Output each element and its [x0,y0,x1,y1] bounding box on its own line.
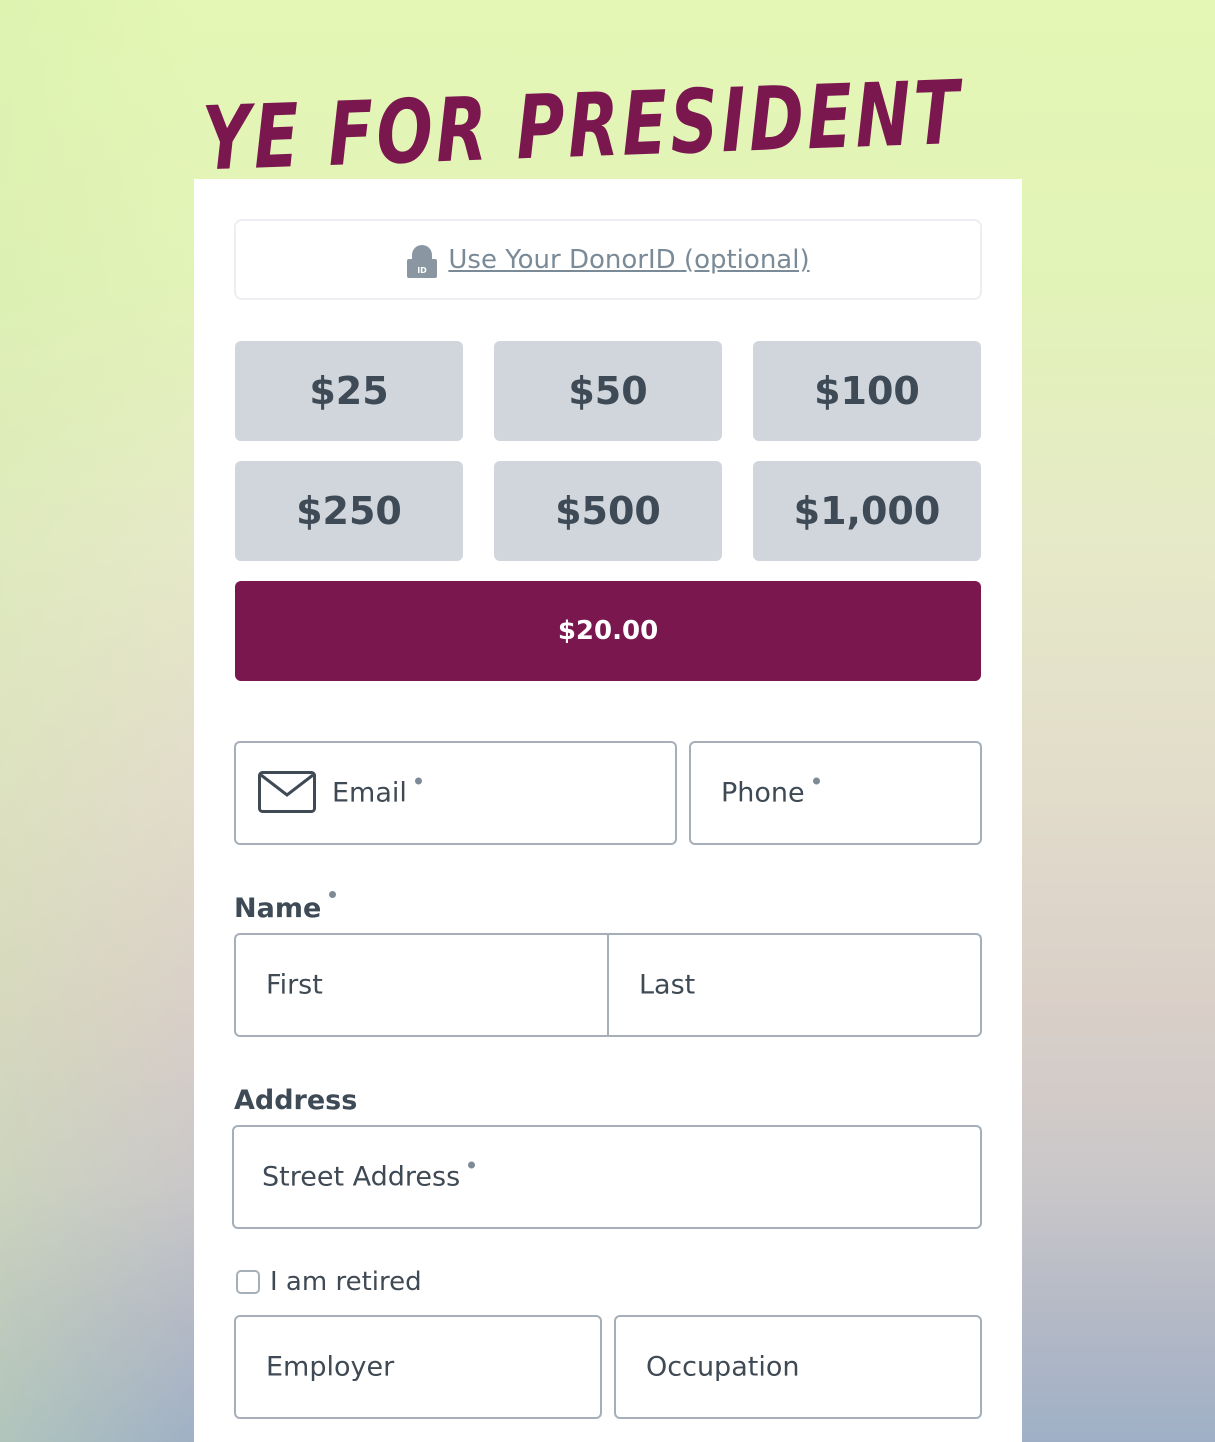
donorid-link[interactable]: Use Your DonorID (optional) [448,245,809,275]
street-address-field[interactable]: Street Address [232,1125,982,1229]
envelope-icon [258,771,316,813]
amount-button-25[interactable]: $25 [235,341,463,441]
name-label: Name [234,891,337,924]
amount-button-250[interactable]: $250 [235,461,463,561]
last-name-placeholder: Last [639,969,696,1001]
employer-placeholder: Employer [266,1351,395,1383]
required-dot [468,1161,476,1169]
amount-button-1000[interactable]: $1,000 [753,461,981,561]
street-address-placeholder: Street Address [262,1161,476,1193]
first-name-field[interactable]: First [236,935,609,1035]
amount-button-50[interactable]: $50 [494,341,722,441]
lock-icon: ID [407,244,438,278]
donation-form-card: ID Use Your DonorID (optional) $25 $50 $… [194,179,1022,1442]
page-title-text: YE FOR PRESIDENT [201,61,966,182]
amount-button-100[interactable]: $100 [753,341,981,441]
custom-amount-button[interactable]: $20.00 [235,581,981,681]
retired-label: I am retired [270,1267,422,1297]
last-name-field[interactable]: Last [609,935,980,1035]
email-field[interactable]: Email [234,741,677,845]
page-title: YE FOR PRESIDENT [196,52,976,191]
required-dot [812,777,820,785]
email-placeholder: Email [332,777,422,809]
first-name-placeholder: First [266,969,323,1001]
background-left-glow [0,0,200,1442]
phone-placeholder: Phone [721,777,820,809]
lock-icon-badge: ID [418,266,428,275]
employer-field[interactable]: Employer [234,1315,602,1419]
required-dot [414,777,422,785]
phone-field[interactable]: Phone [689,741,982,845]
required-dot [329,891,337,898]
donorid-box[interactable]: ID Use Your DonorID (optional) [234,219,982,300]
amount-button-500[interactable]: $500 [494,461,722,561]
name-field-group: First Last [234,933,982,1037]
retired-option[interactable]: I am retired [236,1267,422,1297]
title-lettering: YE FOR PRESIDENT [201,61,966,191]
occupation-placeholder: Occupation [646,1351,800,1383]
occupation-field[interactable]: Occupation [614,1315,982,1419]
retired-checkbox[interactable] [236,1270,260,1294]
address-label: Address [234,1085,358,1116]
